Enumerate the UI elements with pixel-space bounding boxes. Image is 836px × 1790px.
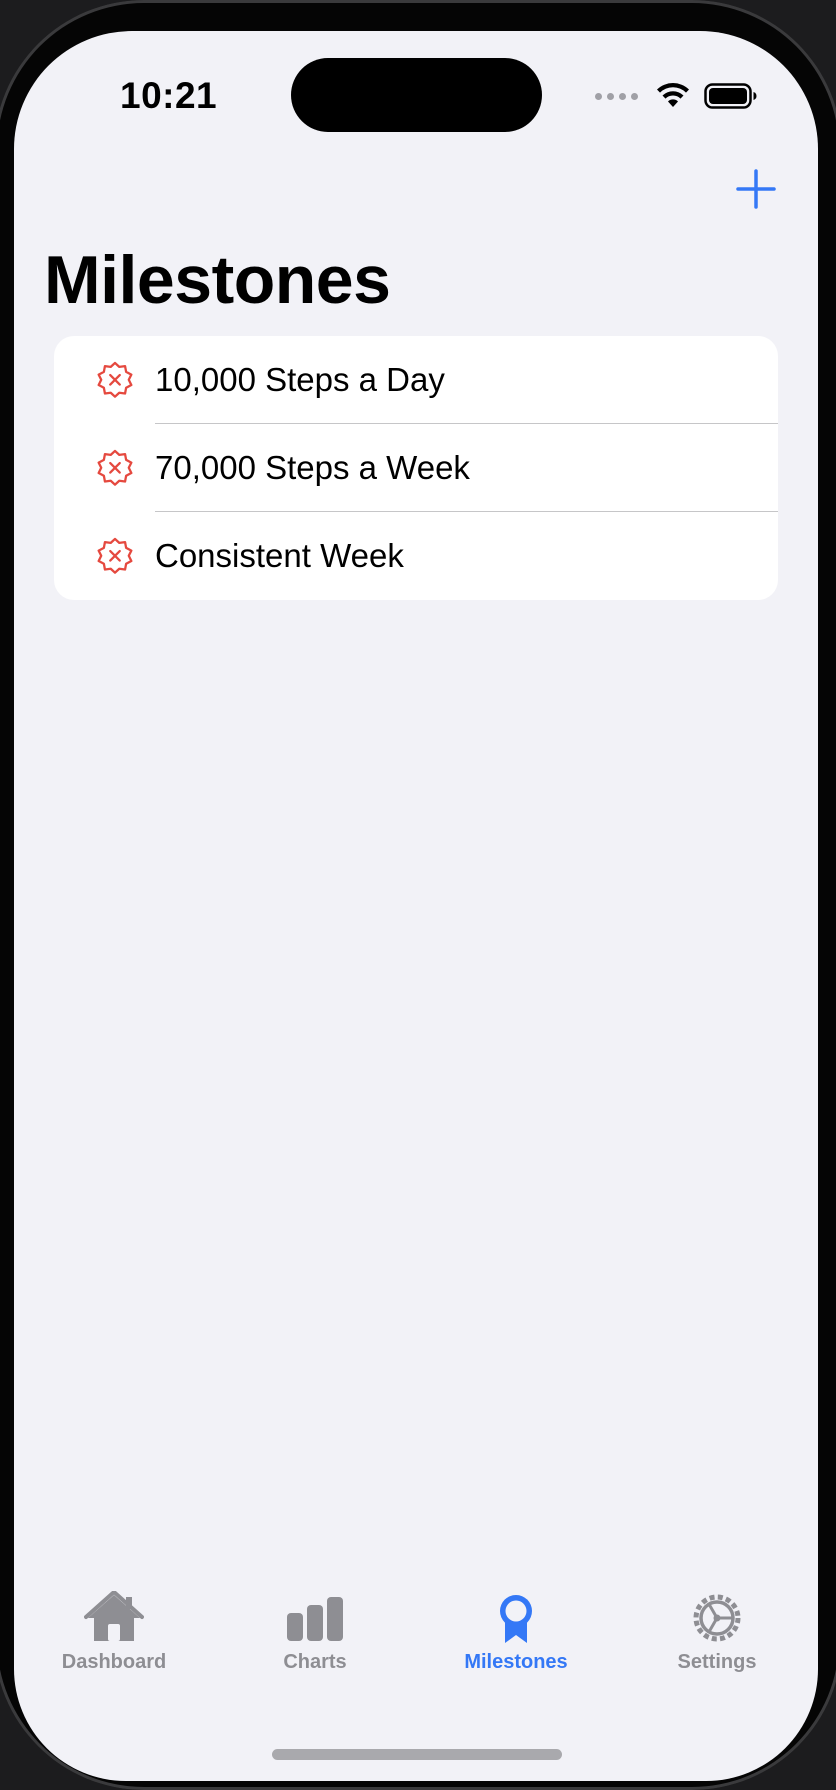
- status-icons: [595, 83, 758, 109]
- add-milestone-button[interactable]: [732, 165, 780, 213]
- cellular-signal-icon: [595, 92, 638, 100]
- tab-label: Dashboard: [61, 1651, 167, 1673]
- page-title: Milestones: [44, 242, 391, 318]
- tab-charts[interactable]: Charts: [245, 1591, 385, 1674]
- xmark-seal-icon: [97, 449, 133, 486]
- tab-settings[interactable]: Settings: [647, 1591, 787, 1674]
- xmark-seal-icon: [97, 361, 133, 398]
- medal-icon: [500, 1595, 532, 1643]
- tab-label: Charts: [283, 1651, 347, 1673]
- milestone-row[interactable]: 10,000 Steps a Day: [54, 336, 778, 424]
- tab-dashboard[interactable]: Dashboard: [44, 1591, 184, 1674]
- tab-label: Milestones: [464, 1651, 568, 1673]
- home-indicator[interactable]: [272, 1749, 562, 1760]
- milestone-row[interactable]: Consistent Week: [54, 512, 778, 600]
- tab-milestones[interactable]: Milestones: [446, 1591, 586, 1674]
- milestone-row[interactable]: 70,000 Steps a Week: [54, 424, 778, 512]
- gear-icon: [693, 1594, 741, 1642]
- dynamic-island: [291, 58, 542, 132]
- milestone-label: 70,000 Steps a Week: [155, 449, 470, 486]
- device-frame: 10:21 Milestones 10,000 Steps a Day 70,0…: [0, 0, 836, 1790]
- plus-icon: [736, 169, 776, 209]
- xmark-seal-icon: [97, 537, 133, 574]
- milestone-label: Consistent Week: [155, 537, 404, 574]
- battery-icon: [704, 83, 757, 109]
- milestone-label: 10,000 Steps a Day: [155, 361, 445, 398]
- status-time: 10:21: [120, 75, 218, 116]
- chart-bar-icon: [287, 1597, 343, 1641]
- screen: 10:21 Milestones 10,000 Steps a Day 70,0…: [14, 31, 818, 1781]
- wifi-icon: [657, 83, 689, 107]
- house-icon: [84, 1591, 144, 1641]
- tab-label: Settings: [677, 1651, 757, 1673]
- milestones-list: 10,000 Steps a Day 70,000 Steps a Week C…: [54, 336, 778, 600]
